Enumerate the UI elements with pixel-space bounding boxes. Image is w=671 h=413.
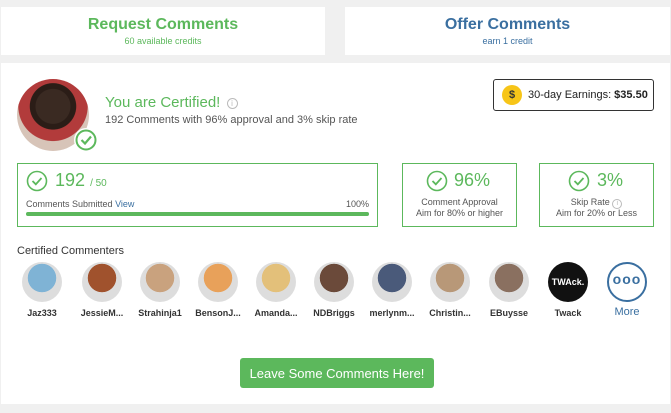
check-circle-icon: [426, 170, 448, 192]
avatar: [489, 262, 529, 302]
check-circle-icon: [26, 170, 48, 192]
commenter-name: EBuysse: [489, 308, 529, 318]
comments-submitted-label: Comments Submitted View: [26, 199, 134, 209]
comments-submitted-stat: 192 / 50 Comments Submitted View 100%: [17, 163, 378, 227]
comments-progress-fill: [26, 212, 369, 216]
commenter-name: Amanda...: [254, 308, 298, 318]
more-label: More: [614, 306, 640, 318]
certified-panel: You are Certified! i 192 Comments with 9…: [1, 63, 670, 404]
comments-count: 192 / 50: [55, 170, 107, 191]
certified-title-text: You are Certified!: [105, 94, 221, 111]
leave-comments-button[interactable]: Leave Some Comments Here!: [240, 358, 434, 388]
commenter-item[interactable]: merlynm...: [363, 262, 421, 318]
commenter-name: Jaz333: [27, 308, 57, 318]
commenter-item[interactable]: BensonJ...: [189, 262, 247, 318]
commenter-item[interactable]: Christin...: [421, 262, 479, 318]
more-dots-icon: ooo: [607, 262, 647, 302]
profile-avatar-wrap: [17, 79, 98, 152]
approval-label: Comment Approval: [421, 197, 498, 207]
certified-badge-icon: [74, 128, 98, 152]
comments-label-text: Comments Submitted: [26, 199, 113, 209]
commenter-name: Twack: [554, 308, 582, 318]
check-circle-icon: [568, 170, 590, 192]
comments-value: 192: [55, 170, 86, 190]
certified-description: 192 Comments with 96% approval and 3% sk…: [105, 114, 358, 126]
commenter-name: merlynm...: [369, 308, 415, 318]
commenter-item[interactable]: Jaz333: [13, 262, 71, 318]
avatar: [314, 262, 354, 302]
comment-approval-stat: 96% Comment Approval Aim for 80% or high…: [402, 163, 517, 227]
commenter-item[interactable]: JessieM...: [73, 262, 131, 318]
request-credits-text: 60 available credits: [124, 36, 202, 46]
comments-goal: / 50: [90, 178, 107, 189]
avatar: [82, 262, 122, 302]
avatar: [140, 262, 180, 302]
view-comments-link[interactable]: View: [115, 199, 134, 209]
avatar: [256, 262, 296, 302]
comments-progress-bar: [26, 212, 369, 216]
avatar-text: TWAck.: [551, 277, 585, 287]
commenter-item[interactable]: EBuysse: [480, 262, 538, 318]
skip-rate-stat: 3% Skip Rate i Aim for 20% or Less: [539, 163, 654, 227]
approval-value: 96%: [454, 170, 491, 190]
commenter-name: BensonJ...: [195, 308, 241, 318]
commenter-item[interactable]: TWAck. Twack: [539, 262, 597, 318]
skip-aim: Aim for 20% or Less: [555, 208, 638, 218]
request-comments-tab[interactable]: Request Comments 60 available credits: [1, 7, 325, 55]
earnings-label: 30-day Earnings:: [528, 89, 612, 101]
request-comments-title: Request Comments: [87, 16, 239, 33]
commenter-name: Strahinja1: [138, 308, 182, 318]
commenter-name: JessieM...: [80, 308, 124, 318]
avatar: [22, 262, 62, 302]
commenter-item[interactable]: Amanda...: [247, 262, 305, 318]
avatar: [372, 262, 412, 302]
avatar: [430, 262, 470, 302]
commenter-item[interactable]: Strahinja1: [131, 262, 189, 318]
commenter-name: Christin...: [429, 308, 471, 318]
offer-comments-tab[interactable]: Offer Comments earn 1 credit: [345, 7, 670, 55]
info-icon[interactable]: i: [226, 98, 238, 109]
earnings-amount: $35.50: [614, 89, 648, 101]
approval-aim: Aim for 80% or higher: [415, 208, 504, 218]
avatar: [198, 262, 238, 302]
commenter-name: NDBriggs: [313, 308, 355, 318]
avatar: TWAck.: [548, 262, 588, 302]
more-commenters-button[interactable]: ooo More: [598, 262, 656, 318]
skip-label-text: Skip Rate: [570, 197, 610, 207]
certified-commenters-title: Certified Commenters: [17, 245, 124, 257]
earnings-box: $ 30-day Earnings: $35.50: [493, 79, 654, 111]
commenter-item[interactable]: NDBriggs: [305, 262, 363, 318]
offer-credits-text: earn 1 credit: [482, 36, 533, 46]
skip-value: 3%: [597, 170, 624, 190]
dollar-coin-icon: $: [502, 85, 522, 105]
comments-progress-percent: 100%: [345, 199, 369, 209]
certified-title: You are Certified! i: [105, 94, 238, 111]
offer-comments-title: Offer Comments: [444, 16, 571, 33]
